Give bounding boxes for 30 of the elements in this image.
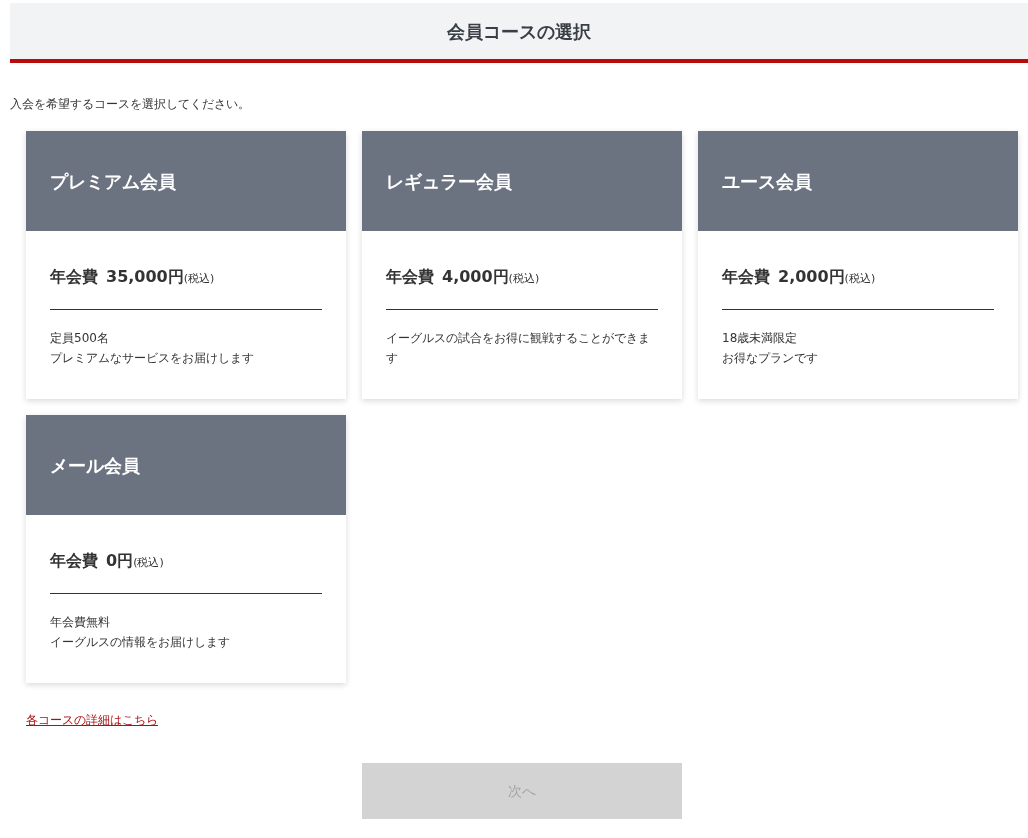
course-description: 18歳未満限定 xyxy=(722,330,799,347)
instruction-text: 入会を希望するコースを選択してください。 xyxy=(10,96,251,113)
fee-label: 年会費 xyxy=(722,266,770,288)
course-card[interactable]: プレミアム会員 年会費 35,000円(税込) 定員500名 プレミアムなサービスをお届けします xyxy=(26,131,346,399)
course-name: プレミアム会員 xyxy=(26,131,346,231)
fee-amount: 2,000円 xyxy=(778,266,845,288)
course-card[interactable]: ユース会員 年会費 2,000円(税込) 18歳未満限定 お得なプランです xyxy=(698,131,1018,399)
page-title: 会員コースの選択 xyxy=(10,3,1028,63)
fee-amount: 35,000円 xyxy=(106,266,184,288)
fee-label: 年会費 xyxy=(50,266,98,288)
tax-note: (税込) xyxy=(133,555,164,571)
course-description: 定員500名 xyxy=(50,330,110,347)
course-card[interactable]: レギュラー会員 年会費 4,000円(税込) イーグルスの試合をお得に観戦することができます xyxy=(362,131,682,399)
course-description: プレミアムなサービスをお届けします xyxy=(50,350,255,367)
course-description: 年会費無料 xyxy=(50,614,111,631)
course-description: イーグルスの試合をお得に観戦することができます xyxy=(386,330,651,367)
fee-amount: 0円 xyxy=(106,550,134,572)
tax-note: (税込) xyxy=(844,272,876,287)
tax-note: (税込) xyxy=(508,272,540,287)
fee-label: 年会費 xyxy=(386,266,434,288)
course-name: レギュラー会員 xyxy=(362,131,682,231)
course-card[interactable]: メール会員 年会費 0円(税込) 年会費無料 イーグルスの情報をお届けします xyxy=(26,415,346,683)
course-details-link[interactable]: 各コースの詳細はこちら xyxy=(26,711,158,729)
course-description: お得なプランです xyxy=(722,350,819,367)
fee-label: 年会費 xyxy=(50,550,98,572)
course-name: ユース会員 xyxy=(698,131,1018,231)
tax-note: (税込) xyxy=(183,272,215,287)
course-description: イーグルスの情報をお届けします xyxy=(50,634,231,651)
course-name: メール会員 xyxy=(26,415,346,515)
fee-amount: 4,000円 xyxy=(442,266,509,288)
